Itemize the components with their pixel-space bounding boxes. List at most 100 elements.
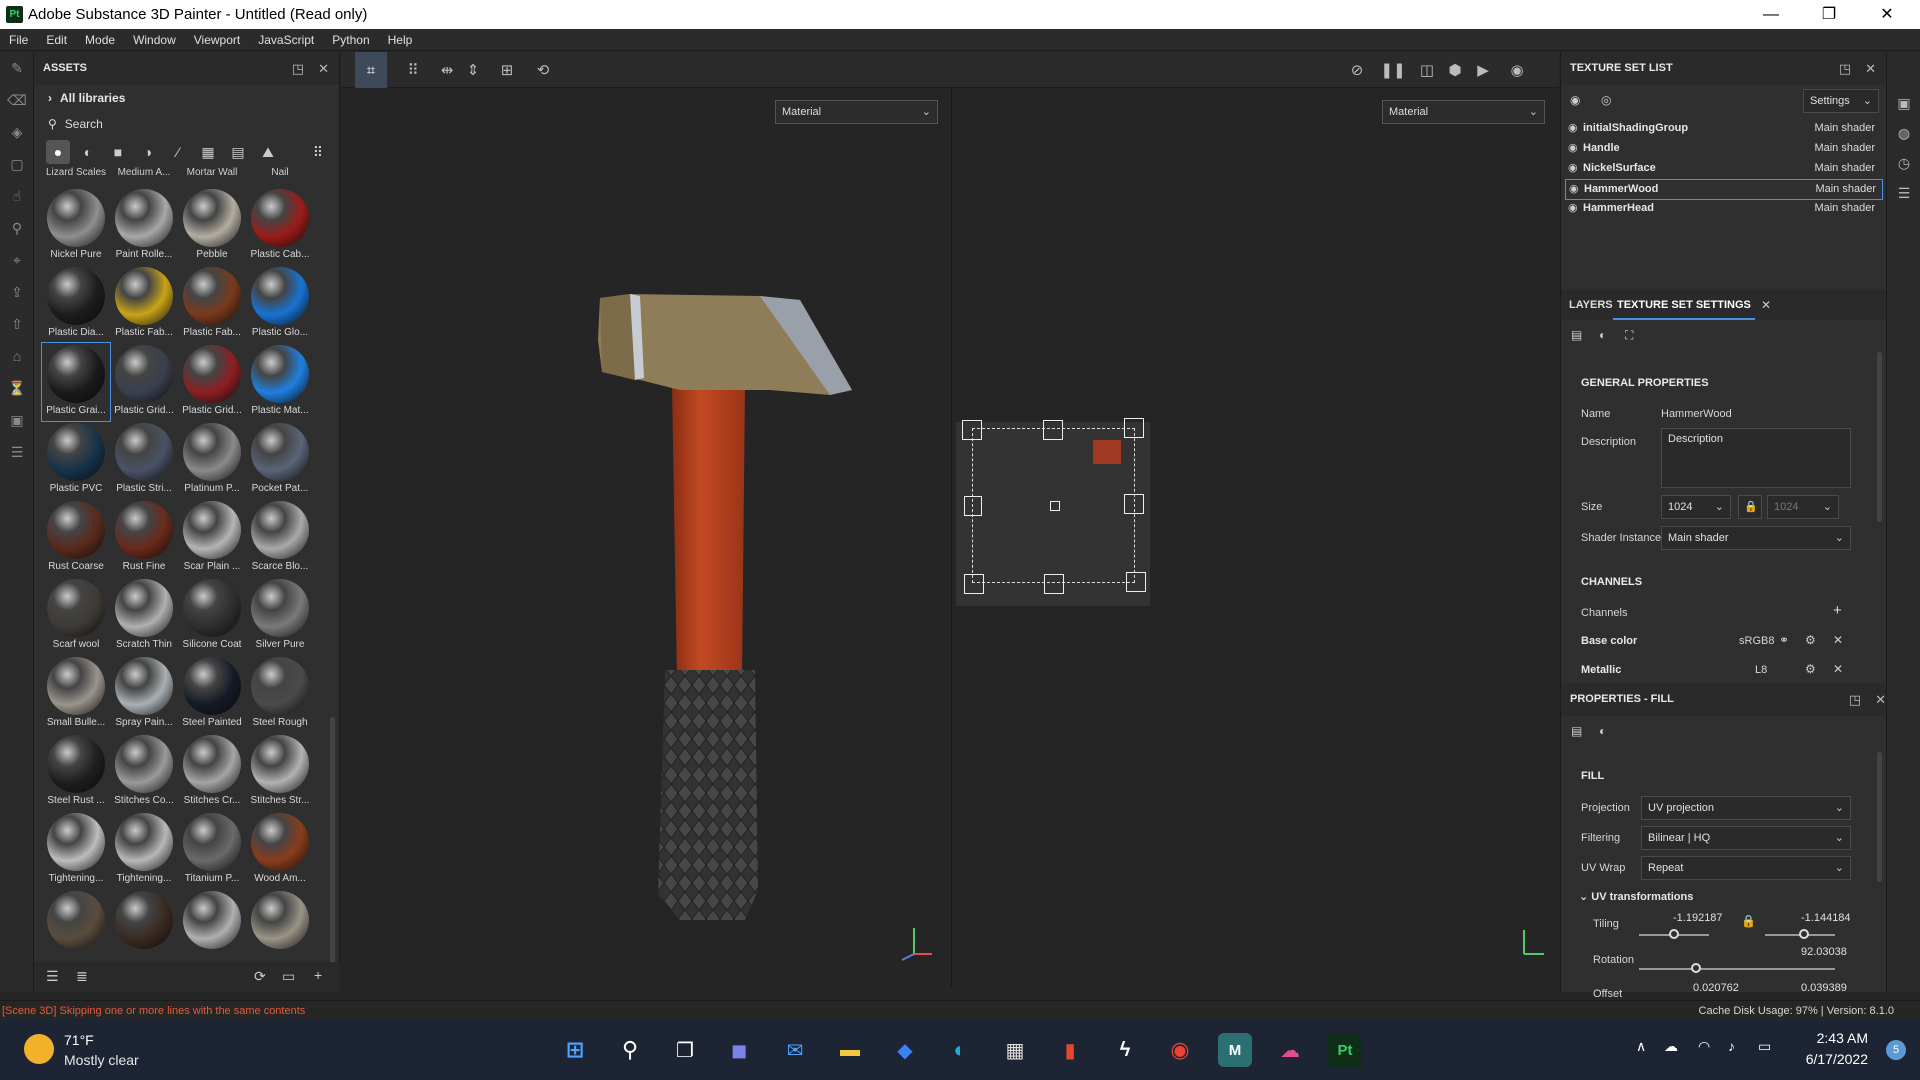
tab-texture-set-settings[interactable]: TEXTURE SET SETTINGS [1613,290,1755,320]
tiling-y-value[interactable]: -1.144184 [1801,912,1851,924]
material-thumbnail[interactable]: Rust Fine [110,499,178,577]
texture-set-row[interactable]: ◉ initialShadingGroup Main shader [1565,119,1881,138]
tray-expand-icon[interactable]: ∧ [1636,1038,1646,1055]
material-thumbnail[interactable]: Tightening... [42,811,110,889]
material-thumbnail[interactable]: Plastic Fab... [178,265,246,343]
tiling-y-slider-knob[interactable] [1799,929,1809,939]
display-settings-icon[interactable]: ▣ [0,404,34,436]
viewport-2d-channel-dropdown[interactable]: Material ⌄ [1382,100,1545,124]
texture-set-row-selected[interactable]: ◉ HammerWood Main shader [1565,179,1883,200]
smart-mask-filter-icon[interactable]: ◑ [136,140,160,164]
transform-handle[interactable] [1043,420,1063,440]
material-icon[interactable]: ◐ [1599,328,1606,342]
material-thumbnail[interactable]: Wood Am... [246,811,314,889]
material-thumbnail[interactable]: Silver Pure [246,577,314,655]
material-icon[interactable]: ◐ [1599,724,1606,738]
material-thumbnail[interactable]: Tightening... [110,811,178,889]
texture-set-row[interactable]: ◉ HammerHead Main shader [1565,199,1881,218]
restore-button[interactable]: ❐ [1800,0,1858,29]
hide-icon[interactable]: ⊘ [1341,52,1373,88]
projection-dropdown[interactable]: UV projection ⌄ [1641,796,1851,820]
texture-set-row[interactable]: ◉ Handle Main shader [1565,139,1881,158]
paint-brush-icon[interactable]: ✎ [0,52,34,84]
search-input[interactable]: ⚲ Search [34,111,339,137]
tiling-x-value[interactable]: -1.192187 [1673,912,1723,924]
grid-mode-icon[interactable]: ⠿ [397,52,429,88]
material-thumbnail[interactable]: Titanium P... [178,811,246,889]
transform-handle[interactable] [964,496,982,516]
material-thumbnail[interactable]: Scratch Thin [110,577,178,655]
menu-python[interactable]: Python [323,29,378,51]
material-thumbnail[interactable]: Plastic Fab... [110,265,178,343]
mask-filter-icon[interactable]: ■ [106,140,130,164]
filter-list-icon[interactable]: ≣ [76,968,88,985]
material-thumbnail[interactable]: Spray Pain... [110,655,178,733]
close-icon[interactable]: ✕ [318,61,329,76]
chrome-browser-icon[interactable]: ◉ [1163,1033,1197,1067]
material-thumbnail[interactable]: Stitches Str... [246,733,314,811]
mail-icon[interactable]: ✉ [778,1033,812,1067]
office-icon[interactable]: ▮ [1053,1033,1087,1067]
close-icon[interactable]: ✕ [1761,298,1771,312]
weather-condition[interactable]: Mostly clear [64,1052,139,1068]
reset-view-icon[interactable]: ⟲ [527,52,559,88]
eye-icon[interactable]: ◉ [1568,199,1578,218]
maya-app-icon[interactable]: M [1218,1033,1252,1067]
uv-icon[interactable]: ⛶ [1625,328,1633,343]
edge-browser-icon[interactable]: ◐ [943,1033,977,1067]
texture-set-row[interactable]: ◉ NickelSurface Main shader [1565,159,1881,178]
menu-viewport[interactable]: Viewport [185,29,249,51]
hammer-3d-model[interactable] [580,280,880,920]
eye-icon[interactable]: ◉ [1569,180,1579,199]
battery-icon[interactable]: ▭ [1758,1038,1771,1055]
creative-cloud-icon[interactable]: ☁ [1273,1033,1307,1067]
shader-instance-dropdown[interactable]: Main shader ⌄ [1661,526,1851,550]
remove-channel-icon[interactable]: ✕ [1833,662,1843,676]
material-thumbnail[interactable] [246,889,314,967]
history-icon[interactable]: ◷ [1887,148,1920,178]
add-channel-icon[interactable]: + [1833,602,1842,619]
solo-icon[interactable]: ◎ [1601,93,1611,107]
selection-mode-icon[interactable]: ⌗ [355,52,387,88]
history-icon[interactable]: ⏳ [0,372,34,404]
settings-dropdown[interactable]: Settings ⌄ [1803,89,1879,113]
viewport[interactable] [341,52,1559,992]
tiling-lock-icon[interactable]: 🔒 [1741,914,1756,928]
float-icon[interactable]: ◳ [1839,61,1851,76]
fill-scrollbar[interactable] [1877,752,1882,882]
projection-icon[interactable]: ◈ [0,116,34,148]
menu-javascript[interactable]: JavaScript [249,29,323,51]
material-thumbnail[interactable]: Plastic Grid... [178,343,246,421]
material-thumbnail[interactable] [42,889,110,967]
search-icon[interactable]: ⚲ [613,1033,647,1067]
wifi-icon[interactable]: ◠ [1698,1038,1710,1055]
menu-window[interactable]: Window [124,29,185,51]
rotation-slider-knob[interactable] [1691,963,1701,973]
menu-file[interactable]: File [0,29,37,51]
clock-date[interactable]: 6/17/2022 [1806,1051,1868,1067]
geometry-mask-icon[interactable]: ▢ [0,148,34,180]
description-field[interactable]: Description [1661,428,1851,488]
mirror-y-icon[interactable]: ⇕ [457,52,489,88]
float-icon[interactable]: ◳ [1849,692,1861,707]
transform-handle[interactable] [1124,418,1144,438]
size-dropdown[interactable]: 1024 ⌄ [1661,495,1731,519]
material-thumbnail[interactable]: Plastic Glo... [246,265,314,343]
environment-filter-icon[interactable]: ⛰ [256,140,280,164]
texture-set-icon[interactable]: ▤ [1571,328,1582,342]
material-thumbnail[interactable]: Scar Plain ... [178,499,246,577]
material-thumbnail[interactable]: Plastic Stri... [110,421,178,499]
smudge-icon[interactable]: ☝ [0,180,34,212]
smart-material-filter-icon[interactable]: ◐ [76,140,100,164]
shelf-icon[interactable]: ⌂ [0,340,34,372]
folder-icon[interactable]: ▭ [282,968,295,985]
material-thumbnail[interactable]: Paint Rolle... [110,187,178,265]
tray-app-icon[interactable]: ☁ [1664,1038,1678,1055]
material-thumbnail[interactable]: Plastic Grai... [41,342,111,422]
dropbox-icon[interactable]: ◆ [888,1033,922,1067]
material-thumbnail[interactable]: Plastic Cab... [246,187,314,265]
minimize-button[interactable]: — [1742,0,1800,29]
eye-icon[interactable]: ◉ [1568,159,1578,178]
material-thumbnail[interactable]: Silicone Coat [178,577,246,655]
picker-icon[interactable]: ⌖ [0,244,34,276]
